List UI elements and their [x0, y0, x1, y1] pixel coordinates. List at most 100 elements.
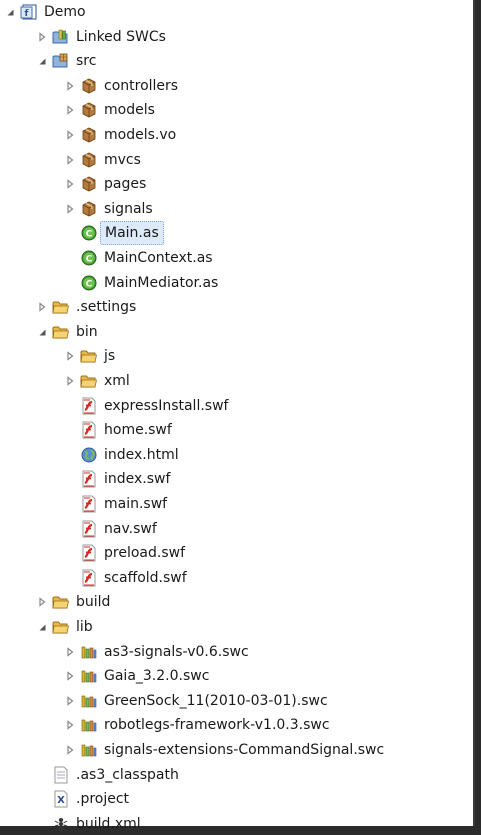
tree-item[interactable]: models.vo: [64, 124, 176, 146]
collapsed-arrow-icon[interactable]: [64, 124, 76, 146]
tree-item[interactable]: C Main.as: [64, 221, 164, 246]
tree-item-label: index.swf: [104, 471, 171, 488]
tree-item[interactable]: bin: [36, 321, 98, 343]
class-file-icon: C: [80, 224, 98, 242]
svg-text:f: f: [25, 9, 29, 19]
tree-item-label: js: [104, 348, 116, 365]
tree-item[interactable]: js: [64, 345, 115, 367]
tree-item[interactable]: signals: [64, 198, 153, 220]
folder-icon: [52, 323, 70, 341]
tree-item[interactable]: as3-signals-v0.6.swc: [64, 641, 249, 663]
tree-item-label: mvcs: [104, 151, 141, 168]
collapsed-arrow-icon[interactable]: [64, 714, 76, 736]
swf-file-icon: [80, 495, 98, 513]
collapsed-arrow-icon[interactable]: [64, 690, 76, 712]
collapsed-arrow-icon[interactable]: [64, 641, 76, 663]
tree-item[interactable]: controllers: [64, 75, 178, 97]
collapsed-arrow-icon[interactable]: [36, 591, 48, 613]
tree-item[interactable]: index.html: [64, 444, 179, 466]
tree-item[interactable]: signals-extensions-CommandSignal.swc: [64, 739, 384, 761]
swf-file-icon: [80, 520, 98, 538]
tree-item[interactable]: src: [36, 50, 96, 72]
expanded-arrow-icon[interactable]: [36, 50, 48, 72]
tree-item[interactable]: lib: [36, 616, 93, 638]
tree-item-label: preload.swf: [104, 545, 185, 562]
tree-item-label: index.html: [104, 446, 179, 463]
svg-text:C: C: [86, 255, 93, 265]
tree-item[interactable]: X .project: [36, 788, 129, 810]
tree-item[interactable]: build: [36, 591, 110, 613]
tree-item[interactable]: preload.swf: [64, 542, 185, 564]
tree-item[interactable]: home.swf: [64, 419, 172, 441]
collapsed-arrow-icon[interactable]: [64, 370, 76, 392]
tree-item-label: controllers: [104, 77, 179, 94]
expanded-arrow-icon[interactable]: [36, 321, 48, 343]
text-file-icon: [52, 766, 70, 784]
tree-item[interactable]: Linked SWCs: [36, 26, 166, 48]
expanded-arrow-icon[interactable]: [4, 1, 16, 23]
collapsed-arrow-icon[interactable]: [64, 149, 76, 171]
tree-item[interactable]: main.swf: [64, 493, 167, 515]
swc-library-icon: [80, 692, 98, 710]
collapsed-arrow-icon[interactable]: [36, 26, 48, 48]
tree-item[interactable]: pages: [64, 173, 146, 195]
tree-item-label: pages: [104, 176, 147, 193]
tree-item[interactable]: index.swf: [64, 468, 170, 490]
swf-file-icon: [80, 544, 98, 562]
tree-item-label: signals: [104, 200, 153, 217]
tree-item[interactable]: .settings: [36, 296, 136, 318]
tree-item-label: MainContext.as: [104, 250, 213, 266]
tree-item[interactable]: .as3_classpath: [36, 764, 179, 786]
tree-item[interactable]: build.xml: [36, 813, 141, 835]
swc-library-icon: [80, 716, 98, 734]
collapsed-arrow-icon[interactable]: [64, 99, 76, 121]
collapsed-arrow-icon[interactable]: [64, 345, 76, 367]
tree-item-label: .as3_classpath: [76, 766, 179, 783]
tree-item[interactable]: models: [64, 99, 155, 121]
tree-item[interactable]: scaffold.swf: [64, 567, 187, 589]
swf-file-icon: [80, 470, 98, 488]
folder-icon: [80, 347, 98, 365]
package-icon: [80, 200, 98, 218]
tree-item[interactable]: Gaia_3.2.0.swc: [64, 665, 209, 687]
tree-item-label: bin: [76, 323, 98, 340]
tree-item[interactable]: C MainContext.as: [64, 247, 213, 269]
collapsed-arrow-icon[interactable]: [36, 296, 48, 318]
tree-item[interactable]: mvcs: [64, 149, 141, 171]
tree-item-label: .project: [76, 791, 130, 808]
swf-file-icon: [80, 421, 98, 439]
tree-item[interactable]: xml: [64, 370, 130, 392]
tree-item[interactable]: expressInstall.swf: [64, 395, 228, 417]
tree-item-label: GreenSock_11(2010-03-01).swc: [104, 692, 328, 709]
tree-item[interactable]: robotlegs-framework-v1.0.3.swc: [64, 714, 330, 736]
tree-item-label: home.swf: [104, 422, 172, 439]
package-explorer-panel: f Demo Linked SWCs src controllers models mode…: [0, 0, 475, 832]
tree-item-label: Demo: [44, 4, 86, 20]
tree-item[interactable]: C MainMediator.as: [64, 272, 218, 294]
collapsed-arrow-icon[interactable]: [64, 739, 76, 761]
svg-text:C: C: [86, 279, 93, 289]
tree-item-label: Main.as: [100, 221, 164, 246]
tree-item-label: models.vo: [104, 127, 177, 143]
package-icon: [80, 151, 98, 169]
tree-item[interactable]: f Demo: [4, 1, 86, 23]
expanded-arrow-icon[interactable]: [36, 616, 48, 638]
collapsed-arrow-icon[interactable]: [64, 198, 76, 220]
swf-file-icon: [80, 569, 98, 587]
tree-item-label: src: [76, 53, 97, 70]
tree-item-label: nav.swf: [104, 520, 157, 537]
tree-item[interactable]: GreenSock_11(2010-03-01).swc: [64, 690, 328, 712]
tree-item-label: as3-signals-v0.6.swc: [104, 643, 249, 660]
collapsed-arrow-icon[interactable]: [64, 173, 76, 195]
tree-item[interactable]: nav.swf: [64, 518, 157, 540]
collapsed-arrow-icon[interactable]: [64, 75, 76, 97]
collapsed-arrow-icon[interactable]: [64, 665, 76, 687]
xml-file-icon: X: [52, 790, 70, 808]
folder-icon: [52, 298, 70, 316]
tree-item-label: Gaia_3.2.0.swc: [104, 668, 210, 685]
